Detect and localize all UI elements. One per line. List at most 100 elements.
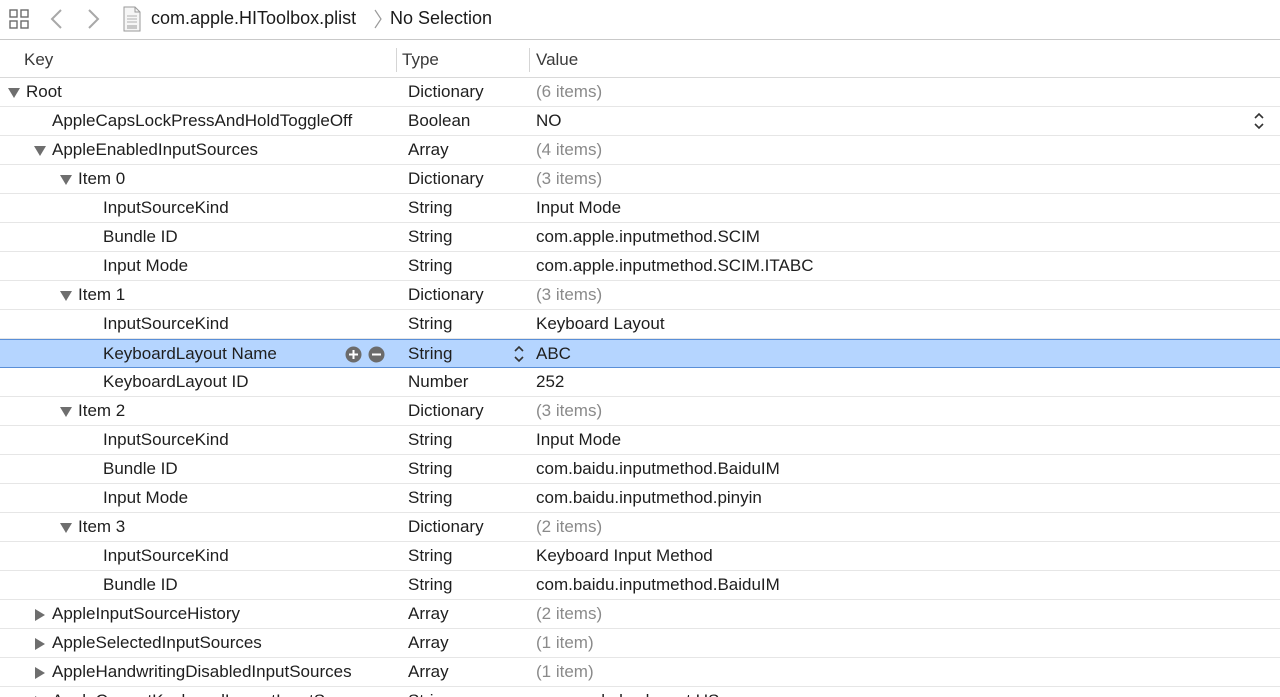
minus-circle-icon[interactable]: [368, 346, 385, 363]
triangle-right-icon[interactable]: [34, 609, 46, 621]
outline-row[interactable]: Bundle ID String com.baidu.inputmethod.Bai…: [0, 571, 1280, 600]
row-key[interactable]: Item 1: [78, 281, 125, 309]
outline-row[interactable]: Bundle ID String com.baidu.inputmethod.Bai…: [0, 455, 1280, 484]
outline-row[interactable]: AppleCapsLockPressAndHoldToggleOff Boolea…: [0, 107, 1280, 136]
row-value[interactable]: com.baidu.inputmethod.pinyin: [536, 484, 762, 512]
row-type[interactable]: String: [408, 223, 452, 251]
column-divider[interactable]: [529, 48, 530, 72]
row-type[interactable]: Dictionary: [408, 165, 484, 193]
jump-bar-file-name[interactable]: com.apple.HIToolbox.plist: [151, 7, 356, 29]
row-type[interactable]: Array: [408, 658, 449, 686]
row-value[interactable]: 252: [536, 368, 564, 396]
outline-row[interactable]: Item 3 Dictionary (2 items): [0, 513, 1280, 542]
row-type[interactable]: String: [408, 194, 452, 222]
row-type[interactable]: Array: [408, 600, 449, 628]
row-type[interactable]: String: [408, 484, 452, 512]
row-key[interactable]: AppleInputSourceHistory: [52, 600, 240, 628]
jump-bar-selection[interactable]: No Selection: [390, 7, 492, 29]
row-value[interactable]: (6 items): [536, 78, 602, 106]
row-value[interactable]: com.apple.keylayout.US: [536, 687, 719, 697]
triangle-down-icon[interactable]: [34, 145, 46, 157]
triangle-right-icon[interactable]: [34, 638, 46, 650]
type-stepper-icon[interactable]: [512, 343, 526, 365]
outline-row[interactable]: InputSourceKind String Keyboard Input Meth…: [0, 542, 1280, 571]
row-key[interactable]: Item 3: [78, 513, 125, 541]
row-key[interactable]: KeyboardLayout Name: [103, 340, 277, 368]
row-value[interactable]: (3 items): [536, 165, 602, 193]
column-divider[interactable]: [396, 48, 397, 72]
outline-row[interactable]: Bundle ID String com.apple.inputmethod.SCI…: [0, 223, 1280, 252]
outline-row[interactable]: InputSourceKind String Input Mode: [0, 194, 1280, 223]
row-key[interactable]: Bundle ID: [103, 455, 178, 483]
row-value[interactable]: ABC: [536, 340, 571, 368]
row-value[interactable]: Input Mode: [536, 426, 621, 454]
row-key[interactable]: KeyboardLayout ID: [103, 368, 249, 396]
outline-row[interactable]: AppleSelectedInputSources Array (1 item): [0, 629, 1280, 658]
row-value[interactable]: com.baidu.inputmethod.BaiduIM: [536, 571, 780, 599]
plus-circle-icon[interactable]: [345, 346, 362, 363]
row-key[interactable]: InputSourceKind: [103, 310, 229, 338]
row-key[interactable]: Item 2: [78, 397, 125, 425]
row-value[interactable]: Keyboard Input Method: [536, 542, 713, 570]
row-value[interactable]: com.apple.inputmethod.SCIM.ITABC: [536, 252, 813, 280]
row-key[interactable]: AppleEnabledInputSources: [52, 136, 258, 164]
outline-row[interactable]: AppleCurrentKeyboardLayoutInputSo... Stri…: [0, 687, 1280, 697]
key-column-header[interactable]: Key: [24, 42, 53, 78]
outline-row[interactable]: AppleHandwritingDisabledInputSources Arra…: [0, 658, 1280, 687]
row-value[interactable]: Input Mode: [536, 194, 621, 222]
outline-row[interactable]: Input Mode String com.baidu.inputmethod.pi…: [0, 484, 1280, 513]
outline-row[interactable]: KeyboardLayout ID Number 252: [0, 368, 1280, 397]
row-key[interactable]: InputSourceKind: [103, 194, 229, 222]
row-value[interactable]: com.apple.inputmethod.SCIM: [536, 223, 760, 251]
row-type[interactable]: Number: [408, 368, 468, 396]
row-key[interactable]: Root: [26, 78, 62, 106]
outline-row[interactable]: Root Dictionary (6 items): [0, 78, 1280, 107]
value-column-header[interactable]: Value: [536, 42, 578, 78]
row-key[interactable]: AppleCapsLockPressAndHoldToggleOff: [52, 107, 352, 135]
triangle-down-icon[interactable]: [60, 406, 72, 418]
row-type[interactable]: Dictionary: [408, 78, 484, 106]
row-value[interactable]: (2 items): [536, 513, 602, 541]
row-value[interactable]: (3 items): [536, 281, 602, 309]
related-items-grid-icon[interactable]: [8, 8, 30, 30]
row-type[interactable]: Array: [408, 629, 449, 657]
row-type[interactable]: Dictionary: [408, 397, 484, 425]
row-value[interactable]: Keyboard Layout: [536, 310, 665, 338]
row-type[interactable]: String: [408, 542, 452, 570]
outline-row[interactable]: Item 2 Dictionary (3 items): [0, 397, 1280, 426]
row-value[interactable]: NO: [536, 107, 562, 135]
row-type[interactable]: String: [408, 252, 452, 280]
row-key[interactable]: Bundle ID: [103, 223, 178, 251]
row-type[interactable]: Dictionary: [408, 281, 484, 309]
row-key[interactable]: Bundle ID: [103, 571, 178, 599]
row-key[interactable]: Input Mode: [103, 252, 188, 280]
row-type[interactable]: String: [408, 687, 452, 697]
triangle-down-icon[interactable]: [60, 290, 72, 302]
row-type[interactable]: String: [408, 340, 452, 368]
chevron-left-icon[interactable]: [46, 7, 68, 31]
outline-row[interactable]: Item 1 Dictionary (3 items): [0, 281, 1280, 310]
row-type[interactable]: String: [408, 426, 452, 454]
chevron-right-icon[interactable]: [82, 7, 104, 31]
outline-row[interactable]: AppleEnabledInputSources Array (4 items): [0, 136, 1280, 165]
row-value[interactable]: com.baidu.inputmethod.BaiduIM: [536, 455, 780, 483]
row-key[interactable]: Item 0: [78, 165, 125, 193]
row-value[interactable]: (1 item): [536, 629, 594, 657]
boolean-stepper-icon[interactable]: [1252, 110, 1266, 132]
row-type[interactable]: String: [408, 310, 452, 338]
outline-row[interactable]: InputSourceKind String Keyboard Layout: [0, 310, 1280, 339]
row-type[interactable]: Boolean: [408, 107, 470, 135]
row-value[interactable]: (1 item): [536, 658, 594, 686]
triangle-down-icon[interactable]: [60, 174, 72, 186]
type-column-header[interactable]: Type: [402, 42, 439, 78]
row-key[interactable]: AppleSelectedInputSources: [52, 629, 262, 657]
row-key[interactable]: InputSourceKind: [103, 426, 229, 454]
row-key[interactable]: InputSourceKind: [103, 542, 229, 570]
outline-row[interactable]: Input Mode String com.apple.inputmethod.SC…: [0, 252, 1280, 281]
row-type[interactable]: Dictionary: [408, 513, 484, 541]
outline-row-selected[interactable]: KeyboardLayout Name String ABC: [0, 339, 1280, 368]
row-value[interactable]: (4 items): [536, 136, 602, 164]
triangle-right-icon[interactable]: [34, 667, 46, 679]
row-value[interactable]: (2 items): [536, 600, 602, 628]
row-type[interactable]: String: [408, 571, 452, 599]
